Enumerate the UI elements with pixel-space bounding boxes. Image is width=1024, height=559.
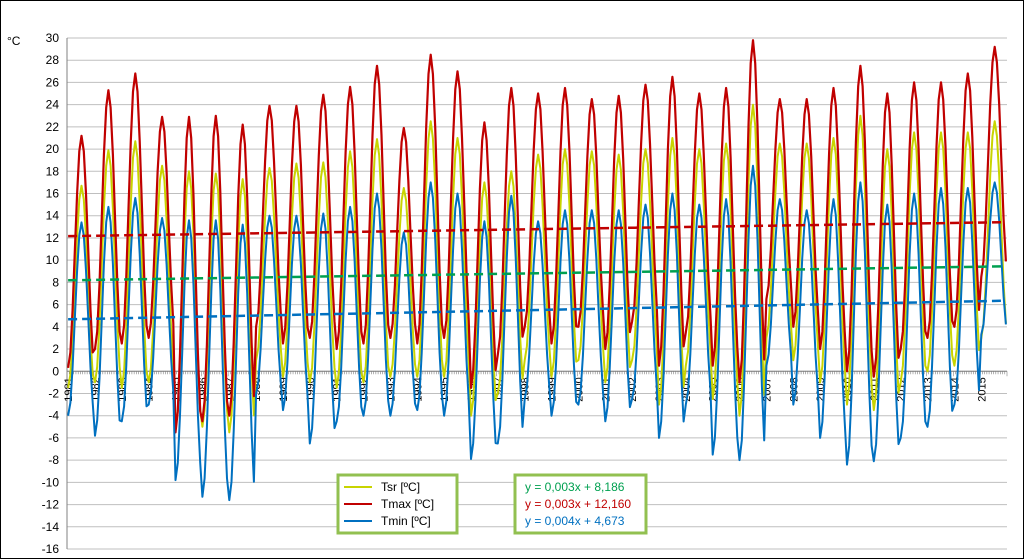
legend-label-tsr: Tsr [ºC] [381,480,420,494]
y-tick-label: 18 [46,164,60,178]
y-tick-label: 2 [52,342,59,356]
y-tick-label: -16 [42,542,60,556]
y-tick-label: 26 [46,75,60,89]
legend: Tsr [ºC] Tmax [ºC] Tmin [ºC] [336,473,459,535]
y-tick-label: -10 [42,475,60,489]
y-tick-label: -6 [48,431,59,445]
y-tick-label: 0 [52,364,59,378]
y-tick-label: 30 [46,31,60,45]
y-tick-label: -4 [48,409,59,423]
y-tick-label: 12 [46,231,60,245]
trend-equations-box: y = 0,003x + 8,186 y = 0,003x + 12,160 y… [513,473,648,535]
legend-label-tmin: Tmin [ºC] [381,514,431,528]
temperature-chart: 302826242220181614121086420-2-4-6-8-10-1… [7,31,1008,556]
y-tick-label: 4 [52,320,59,334]
y-tick-label: -14 [42,520,60,534]
y-tick-label: -12 [42,498,60,512]
y-tick-label: 24 [46,98,60,112]
y-tick-label: 8 [52,275,59,289]
y-tick-label: 6 [52,298,59,312]
equation-tsr: y = 0,003x + 8,186 [525,480,625,494]
y-tick-label: 20 [46,142,60,156]
series-lines [67,39,1007,502]
y-tick-label: 10 [46,253,60,267]
y-tick-label: 22 [46,120,60,134]
y-tick-label: 16 [46,187,60,201]
chart-frame: 30 28 26 24 22 20 18 16 14 12 10 8 6 4 2 0 -2 -4 -6 -8 -10 -1… [0,0,1024,559]
legend-label-tmax: Tmax [ºC] [381,497,434,511]
y-axis-unit-label: °C [7,34,21,48]
y-tick-label: -8 [48,453,59,467]
equation-tmax: y = 0,003x + 12,160 [525,497,631,511]
y-tick-label: 14 [46,209,60,223]
y-tick-label: -2 [48,386,59,400]
equation-tmin: y = 0,004x + 4,673 [525,514,625,528]
y-axis-ticks: 302826242220181614121086420-2-4-6-8-10-1… [42,31,60,556]
y-tick-label: 28 [46,53,60,67]
